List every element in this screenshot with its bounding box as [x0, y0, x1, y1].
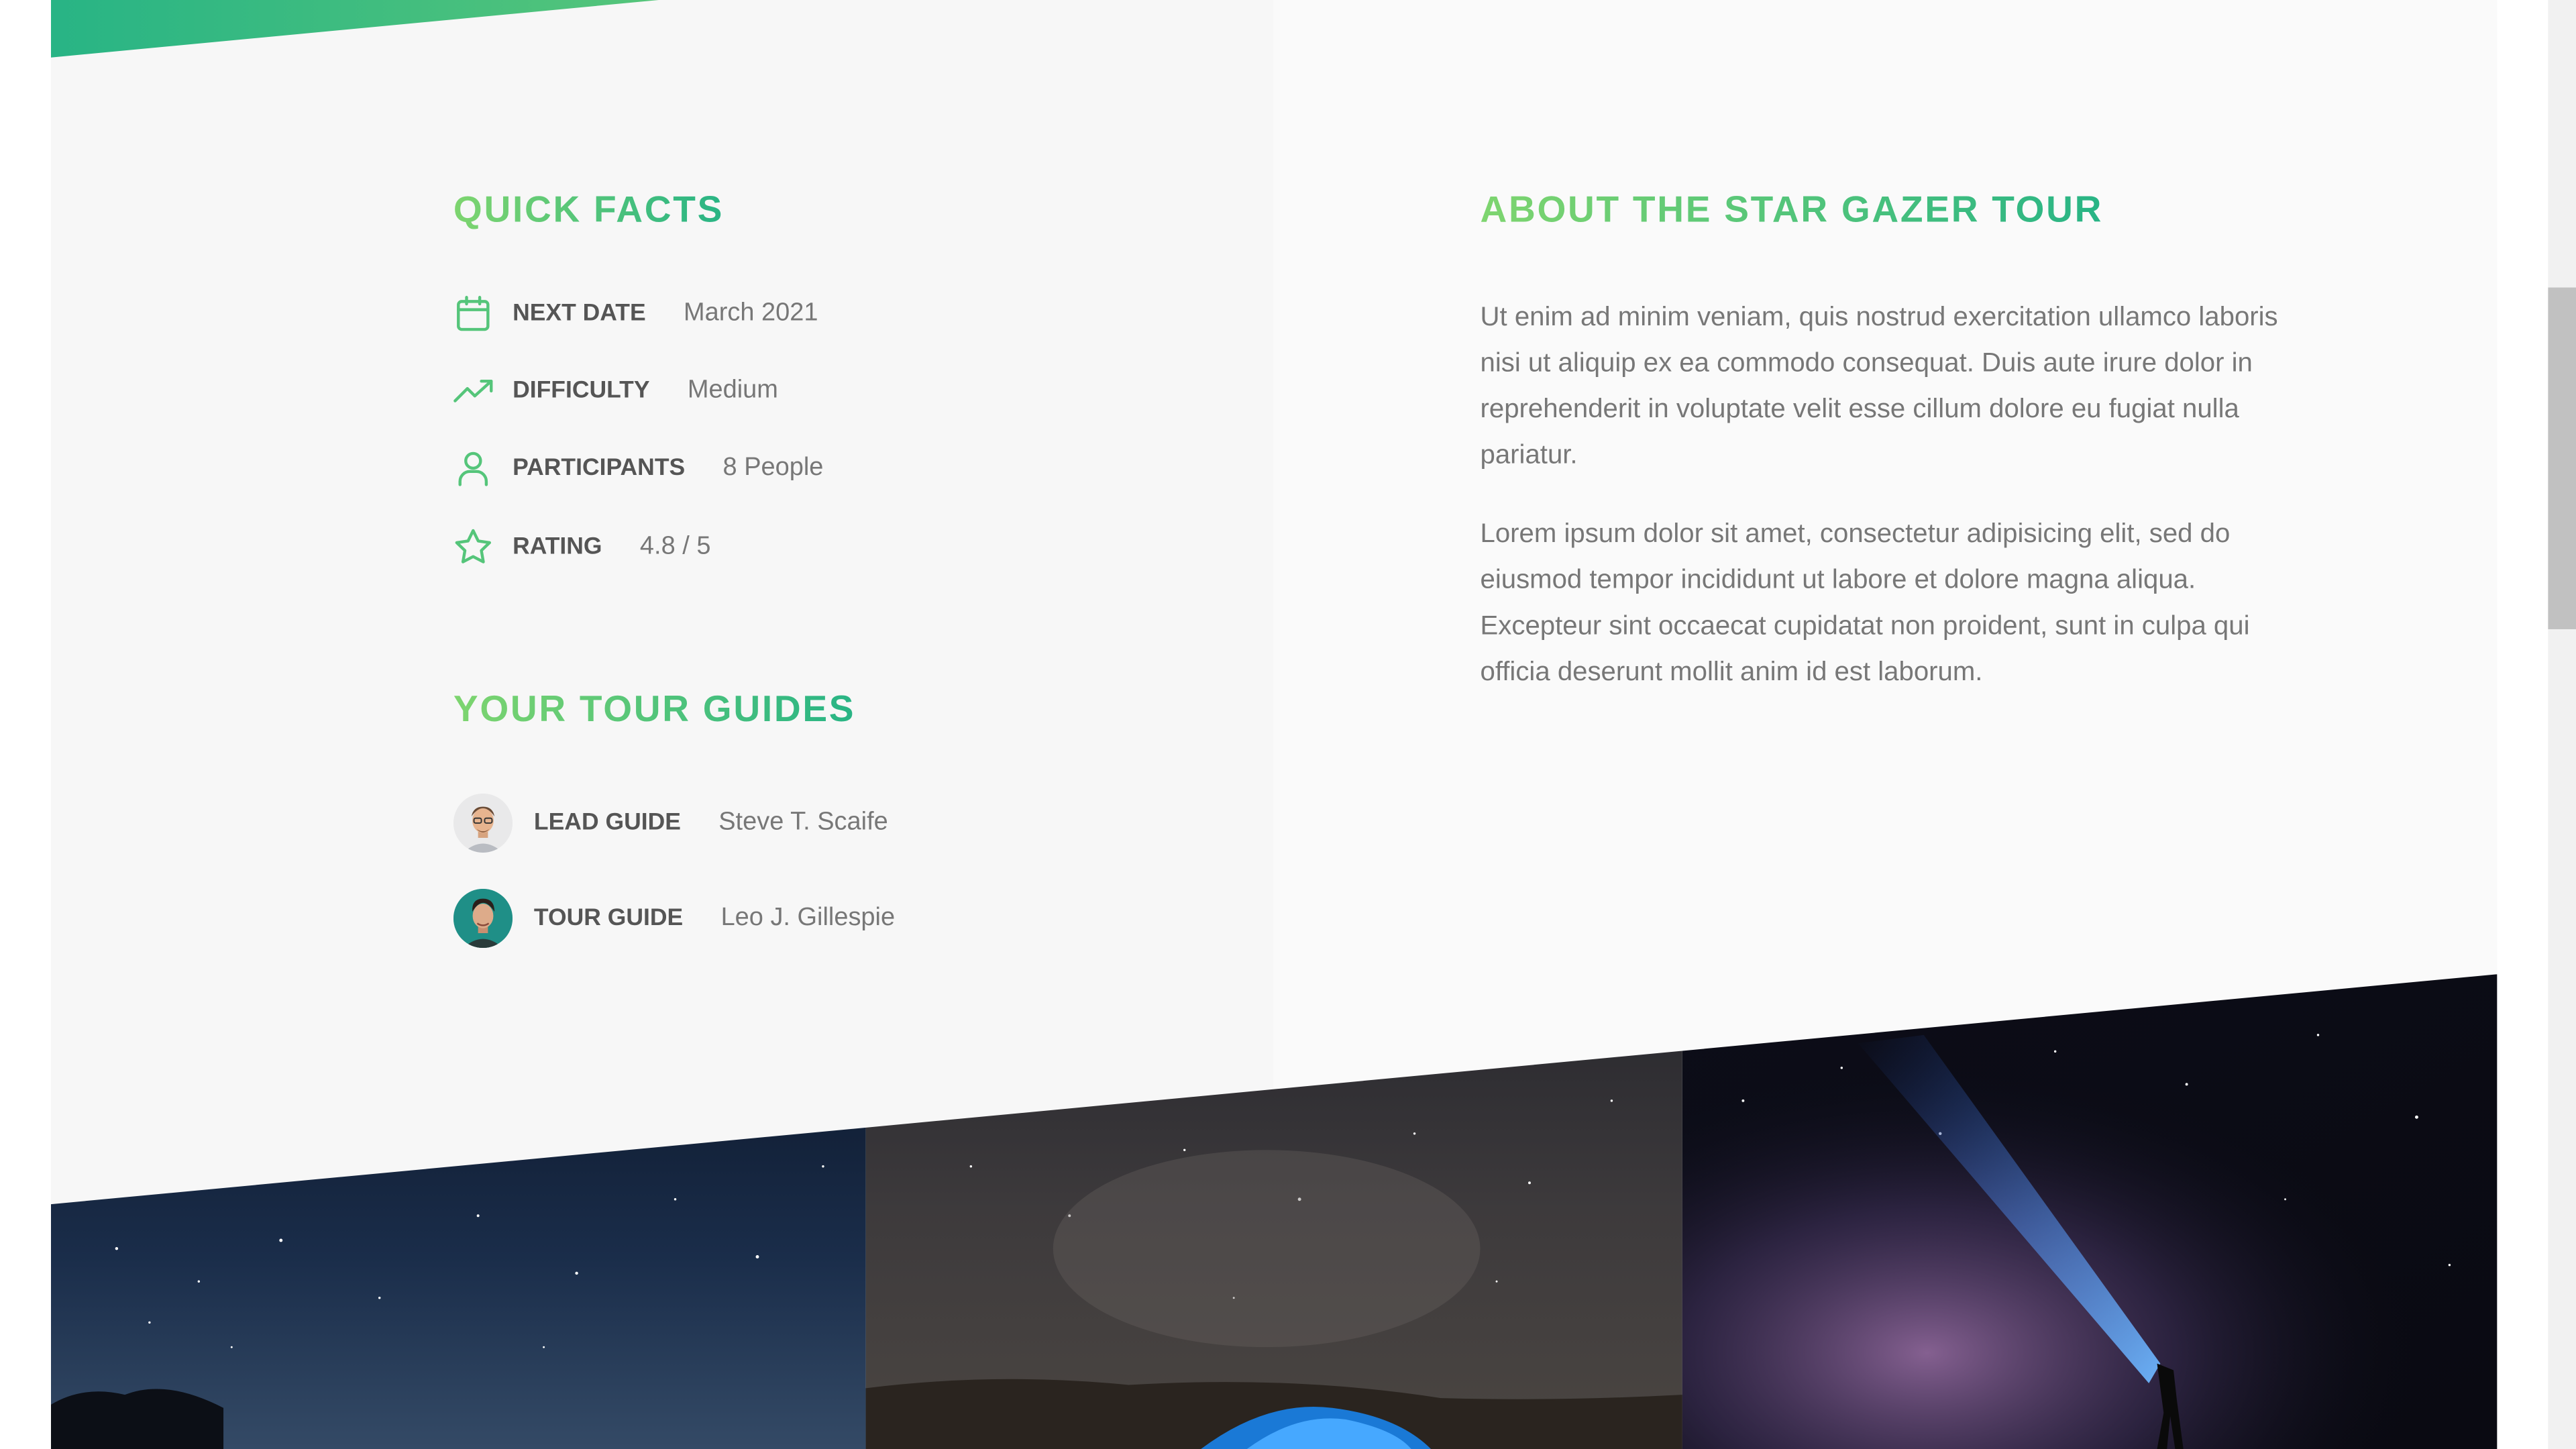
star-icon — [455, 529, 492, 564]
fact-value: 8 People — [722, 453, 824, 482]
fact-difficulty: DIFFICULTY Medium — [453, 370, 778, 413]
guide-name: Steve T. Scaife — [718, 808, 888, 837]
tour-picture-gallery — [50, 974, 2498, 1449]
guide-tour: TOUR GUIDE Leo J. Gillespie — [453, 888, 896, 949]
fact-next-date: NEXT DATE March 2021 — [453, 292, 818, 335]
user-icon — [458, 451, 488, 486]
fact-label: PARTICIPANTS — [513, 455, 686, 482]
about-paragraph: Ut enim ad minim veniam, quis nostrud ex… — [1480, 302, 2278, 470]
avatar — [453, 793, 513, 853]
fact-label: NEXT DATE — [513, 301, 646, 327]
fact-label: RATING — [513, 533, 602, 561]
fact-value: Medium — [687, 376, 778, 405]
guide-name: Leo J. Gillespie — [720, 903, 896, 932]
tour-guides-heading: YOUR TOUR GUIDES — [453, 688, 855, 731]
tour-detail-page: QUICK FACTS NEXT DATE March 2021 DIFFICU… — [50, 0, 2498, 1449]
guide-lead: LEAD GUIDE Steve T. Scaife — [453, 793, 888, 853]
header-green-edge — [50, 0, 659, 58]
about-heading: ABOUT THE STAR GAZER TOUR — [1481, 189, 2104, 232]
guide-role: TOUR GUIDE — [533, 905, 684, 932]
fact-value: March 2021 — [684, 299, 818, 327]
scrollbar-thumb[interactable] — [2548, 287, 2576, 629]
fact-value: 4.8 / 5 — [639, 532, 711, 561]
calendar-icon — [457, 296, 490, 331]
starry-sky-photo — [50, 974, 866, 1449]
quick-facts-heading: QUICK FACTS — [453, 189, 724, 232]
fact-label: DIFFICULTY — [513, 378, 650, 405]
avatar — [453, 888, 513, 949]
guide-role: LEAD GUIDE — [533, 810, 681, 837]
fact-rating: RATING 4.8 / 5 — [453, 526, 711, 569]
fact-participants: PARTICIPANTS 8 People — [453, 447, 824, 490]
page-scrollbar[interactable] — [2548, 0, 2576, 1449]
about-paragraph: Lorem ipsum dolor sit amet, consectetur … — [1480, 519, 2250, 687]
trending-up-icon — [453, 379, 493, 402]
